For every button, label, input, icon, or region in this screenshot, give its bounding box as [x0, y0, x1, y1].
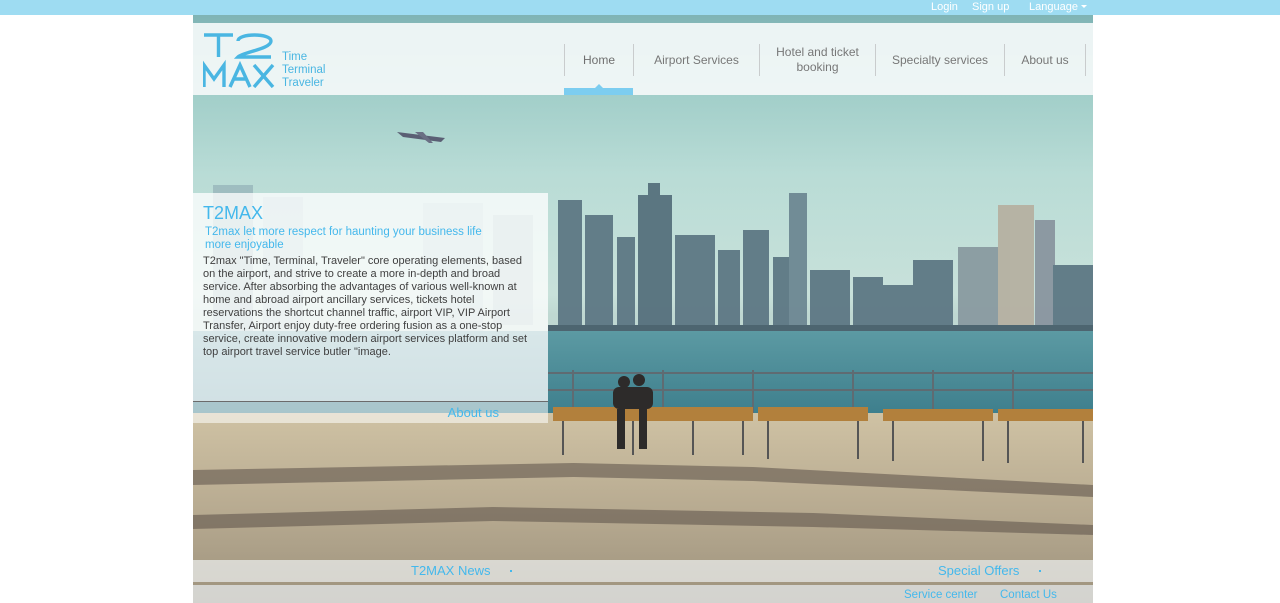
language-dropdown[interactable]: Language — [1029, 1, 1087, 14]
t2max-logo-mark — [203, 33, 275, 88]
nav-specialty-services[interactable]: Specialty services — [875, 44, 1004, 76]
about-us-link[interactable]: About us — [448, 405, 499, 420]
active-nav-indicator — [564, 84, 633, 95]
nav-home[interactable]: Home — [564, 44, 633, 76]
language-label: Language — [1029, 1, 1078, 13]
site-header: Time Terminal Traveler Home Airport Serv… — [193, 23, 1093, 95]
logo-tagline: Time Terminal Traveler — [282, 51, 325, 89]
logo[interactable]: Time Terminal Traveler — [203, 32, 333, 90]
main-nav: Home Airport Services Hotel and ticket b… — [564, 44, 1086, 78]
airplane-icon — [397, 132, 445, 143]
caret-down-icon — [1080, 5, 1087, 8]
nav-airport-services[interactable]: Airport Services — [633, 44, 759, 76]
intro-panel: T2MAX T2max let more respect for hauntin… — [193, 193, 548, 401]
footer-bar: Service center Contact Us — [193, 585, 1093, 603]
intro-title: T2MAX — [203, 203, 264, 223]
news-offers-bar: T2MAX News Special Offers — [193, 560, 1093, 582]
offers-bullet-icon — [1039, 570, 1041, 572]
logo-word-traveler: Traveler — [282, 76, 324, 89]
news-link[interactable]: T2MAX News — [411, 563, 490, 579]
special-offers-link[interactable]: Special Offers — [938, 563, 1019, 579]
main-frame: Time Terminal Traveler Home Airport Serv… — [193, 15, 1093, 603]
news-bullet-icon — [510, 570, 512, 572]
top-bar: Login Sign up Language — [0, 0, 1280, 15]
logo-word-terminal: Terminal — [282, 63, 326, 76]
logo-word-time: Time — [282, 51, 308, 63]
login-link[interactable]: Login — [931, 1, 958, 14]
intro-tagline: T2max let more respect for haunting your… — [205, 226, 482, 251]
intro-body: T2max "Time, Terminal, Traveler" core op… — [203, 255, 528, 358]
service-center-link[interactable]: Service center — [904, 589, 978, 602]
benches — [553, 407, 1093, 421]
about-bar: About us — [193, 402, 548, 423]
contact-us-link[interactable]: Contact Us — [1000, 589, 1057, 602]
signup-link[interactable]: Sign up — [972, 1, 1009, 14]
nav-about-us[interactable]: About us — [1004, 44, 1086, 76]
nav-hotel-ticket-booking[interactable]: Hotel and ticket booking — [759, 44, 875, 76]
